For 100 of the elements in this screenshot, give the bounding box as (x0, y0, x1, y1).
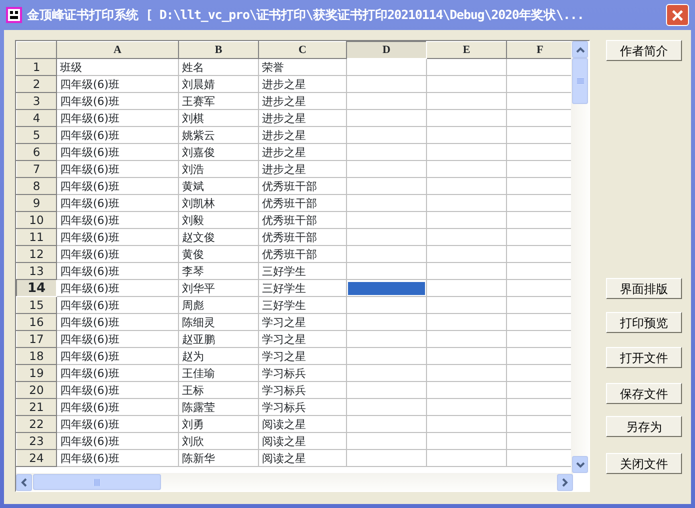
action-button[interactable]: 打印预览 (606, 312, 682, 333)
table-cell: 四年级(6)班 (56, 246, 178, 262)
table-cell: 王赛军 (178, 92, 258, 110)
table-cell: 进步之星 (258, 144, 346, 160)
row-header[interactable]: 2 (16, 76, 56, 92)
scroll-down-button[interactable] (572, 456, 588, 473)
table-cell: 学习之星 (258, 348, 346, 364)
table-cell: 四年级(6)班 (56, 144, 178, 160)
scroll-left-button[interactable] (16, 474, 32, 490)
row-header[interactable]: 9 (16, 194, 56, 212)
row-header[interactable]: 18 (16, 348, 56, 364)
scroll-thumb[interactable] (572, 58, 588, 104)
table-cell: 学习标兵 (258, 364, 346, 382)
table-cell: 姓名 (178, 58, 258, 76)
table-cell: 刘嘉俊 (178, 144, 258, 160)
table-cell: 陈新华 (178, 450, 258, 466)
table-cell: 优秀班干部 (258, 212, 346, 228)
row-header[interactable]: 12 (16, 246, 56, 262)
column-header[interactable]: E (426, 42, 506, 58)
table-cell: 四年级(6)班 (56, 398, 178, 416)
table-cell: 阅读之星 (258, 432, 346, 450)
table-cell: 四年级(6)班 (56, 382, 178, 398)
action-button[interactable]: 作者简介 (606, 40, 682, 61)
row-header[interactable]: 3 (16, 92, 56, 110)
row-header[interactable]: 16 (16, 314, 56, 330)
row-header[interactable]: 6 (16, 144, 56, 160)
row-header[interactable]: 8 (16, 178, 56, 194)
row-header[interactable]: 4 (16, 110, 56, 126)
table-cell: 学习之星 (258, 314, 346, 330)
table-cell: 进步之星 (258, 126, 346, 144)
table-cell: 学习标兵 (258, 398, 346, 416)
table-cell: 四年级(6)班 (56, 330, 178, 348)
column-header[interactable]: B (178, 42, 258, 58)
table-cell: 班级 (56, 58, 178, 76)
action-button[interactable]: 界面排版 (606, 278, 682, 299)
chevron-right-icon (562, 478, 568, 486)
table-cell: 三好学生 (258, 262, 346, 280)
app-icon (6, 7, 22, 23)
table-cell: 刘毅 (178, 212, 258, 228)
table-cell: 四年级(6)班 (56, 92, 178, 110)
row-header[interactable]: 5 (16, 126, 56, 144)
row-header[interactable]: 23 (16, 432, 56, 450)
table-cell: 四年级(6)班 (56, 348, 178, 364)
table-cell: 陈露莹 (178, 398, 258, 416)
table-cell: 周彪 (178, 296, 258, 314)
table-cell: 四年级(6)班 (56, 314, 178, 330)
table-cell: 黄斌 (178, 178, 258, 194)
action-button[interactable]: 关闭文件 (606, 453, 682, 474)
table-cell: 优秀班干部 (258, 228, 346, 246)
action-button[interactable]: 打开文件 (606, 347, 682, 368)
scroll-right-button[interactable] (557, 474, 573, 490)
table-cell: 陈细灵 (178, 314, 258, 330)
table-cell: 赵亚鹏 (178, 330, 258, 348)
table-cell: 进步之星 (258, 76, 346, 92)
row-header[interactable]: 24 (16, 450, 56, 466)
row-header[interactable]: 21 (16, 398, 56, 416)
table-cell: 阅读之星 (258, 416, 346, 432)
row-header[interactable]: 20 (16, 382, 56, 398)
table-cell: 四年级(6)班 (56, 432, 178, 450)
table-cell: 四年级(6)班 (56, 280, 178, 296)
table-cell: 优秀班干部 (258, 194, 346, 212)
table-cell: 王标 (178, 382, 258, 398)
table-cell: 进步之星 (258, 92, 346, 110)
column-header[interactable]: A (56, 42, 178, 58)
vertical-scrollbar[interactable] (571, 41, 589, 473)
action-button[interactable]: 另存为 (606, 416, 682, 437)
row-header[interactable]: 1 (16, 58, 56, 76)
chevron-down-icon (576, 462, 584, 468)
scroll-thumb[interactable] (33, 474, 161, 490)
row-header[interactable]: 14 (16, 280, 56, 296)
table-cell: 四年级(6)班 (56, 126, 178, 144)
table-cell: 四年级(6)班 (56, 178, 178, 194)
column-header[interactable]: F (506, 42, 571, 58)
scroll-up-button[interactable] (572, 41, 588, 58)
horizontal-scrollbar[interactable] (16, 473, 573, 491)
row-header[interactable]: 22 (16, 416, 56, 432)
column-header[interactable]: D (346, 42, 426, 58)
table-cell: 四年级(6)班 (56, 76, 178, 92)
table-cell: 学习标兵 (258, 382, 346, 398)
window-title: 金顶峰证书打印系统 [ D:\llt_vc_pro\证书打印\获奖证书打印20210114\Debug\2020年奖状\... (27, 6, 584, 24)
row-header[interactable]: 13 (16, 262, 56, 280)
table-cell: 赵为 (178, 348, 258, 364)
table-cell: 刘欣 (178, 432, 258, 450)
column-header[interactable]: C (258, 42, 346, 58)
table-cell: 黄俊 (178, 246, 258, 262)
row-header[interactable]: 10 (16, 212, 56, 228)
row-header[interactable]: 19 (16, 364, 56, 382)
table-cell: 刘棋 (178, 110, 258, 126)
close-button[interactable] (666, 4, 689, 26)
table-cell: 四年级(6)班 (56, 110, 178, 126)
action-button[interactable]: 保存文件 (606, 383, 682, 404)
table-cell: 四年级(6)班 (56, 450, 178, 466)
selected-cell[interactable] (348, 282, 425, 294)
row-header[interactable]: 7 (16, 160, 56, 178)
table-cell: 进步之星 (258, 110, 346, 126)
table-cell: 三好学生 (258, 280, 346, 296)
row-header[interactable]: 15 (16, 296, 56, 314)
row-header[interactable]: 11 (16, 228, 56, 246)
row-header[interactable]: 17 (16, 330, 56, 348)
table-cell: 四年级(6)班 (56, 416, 178, 432)
